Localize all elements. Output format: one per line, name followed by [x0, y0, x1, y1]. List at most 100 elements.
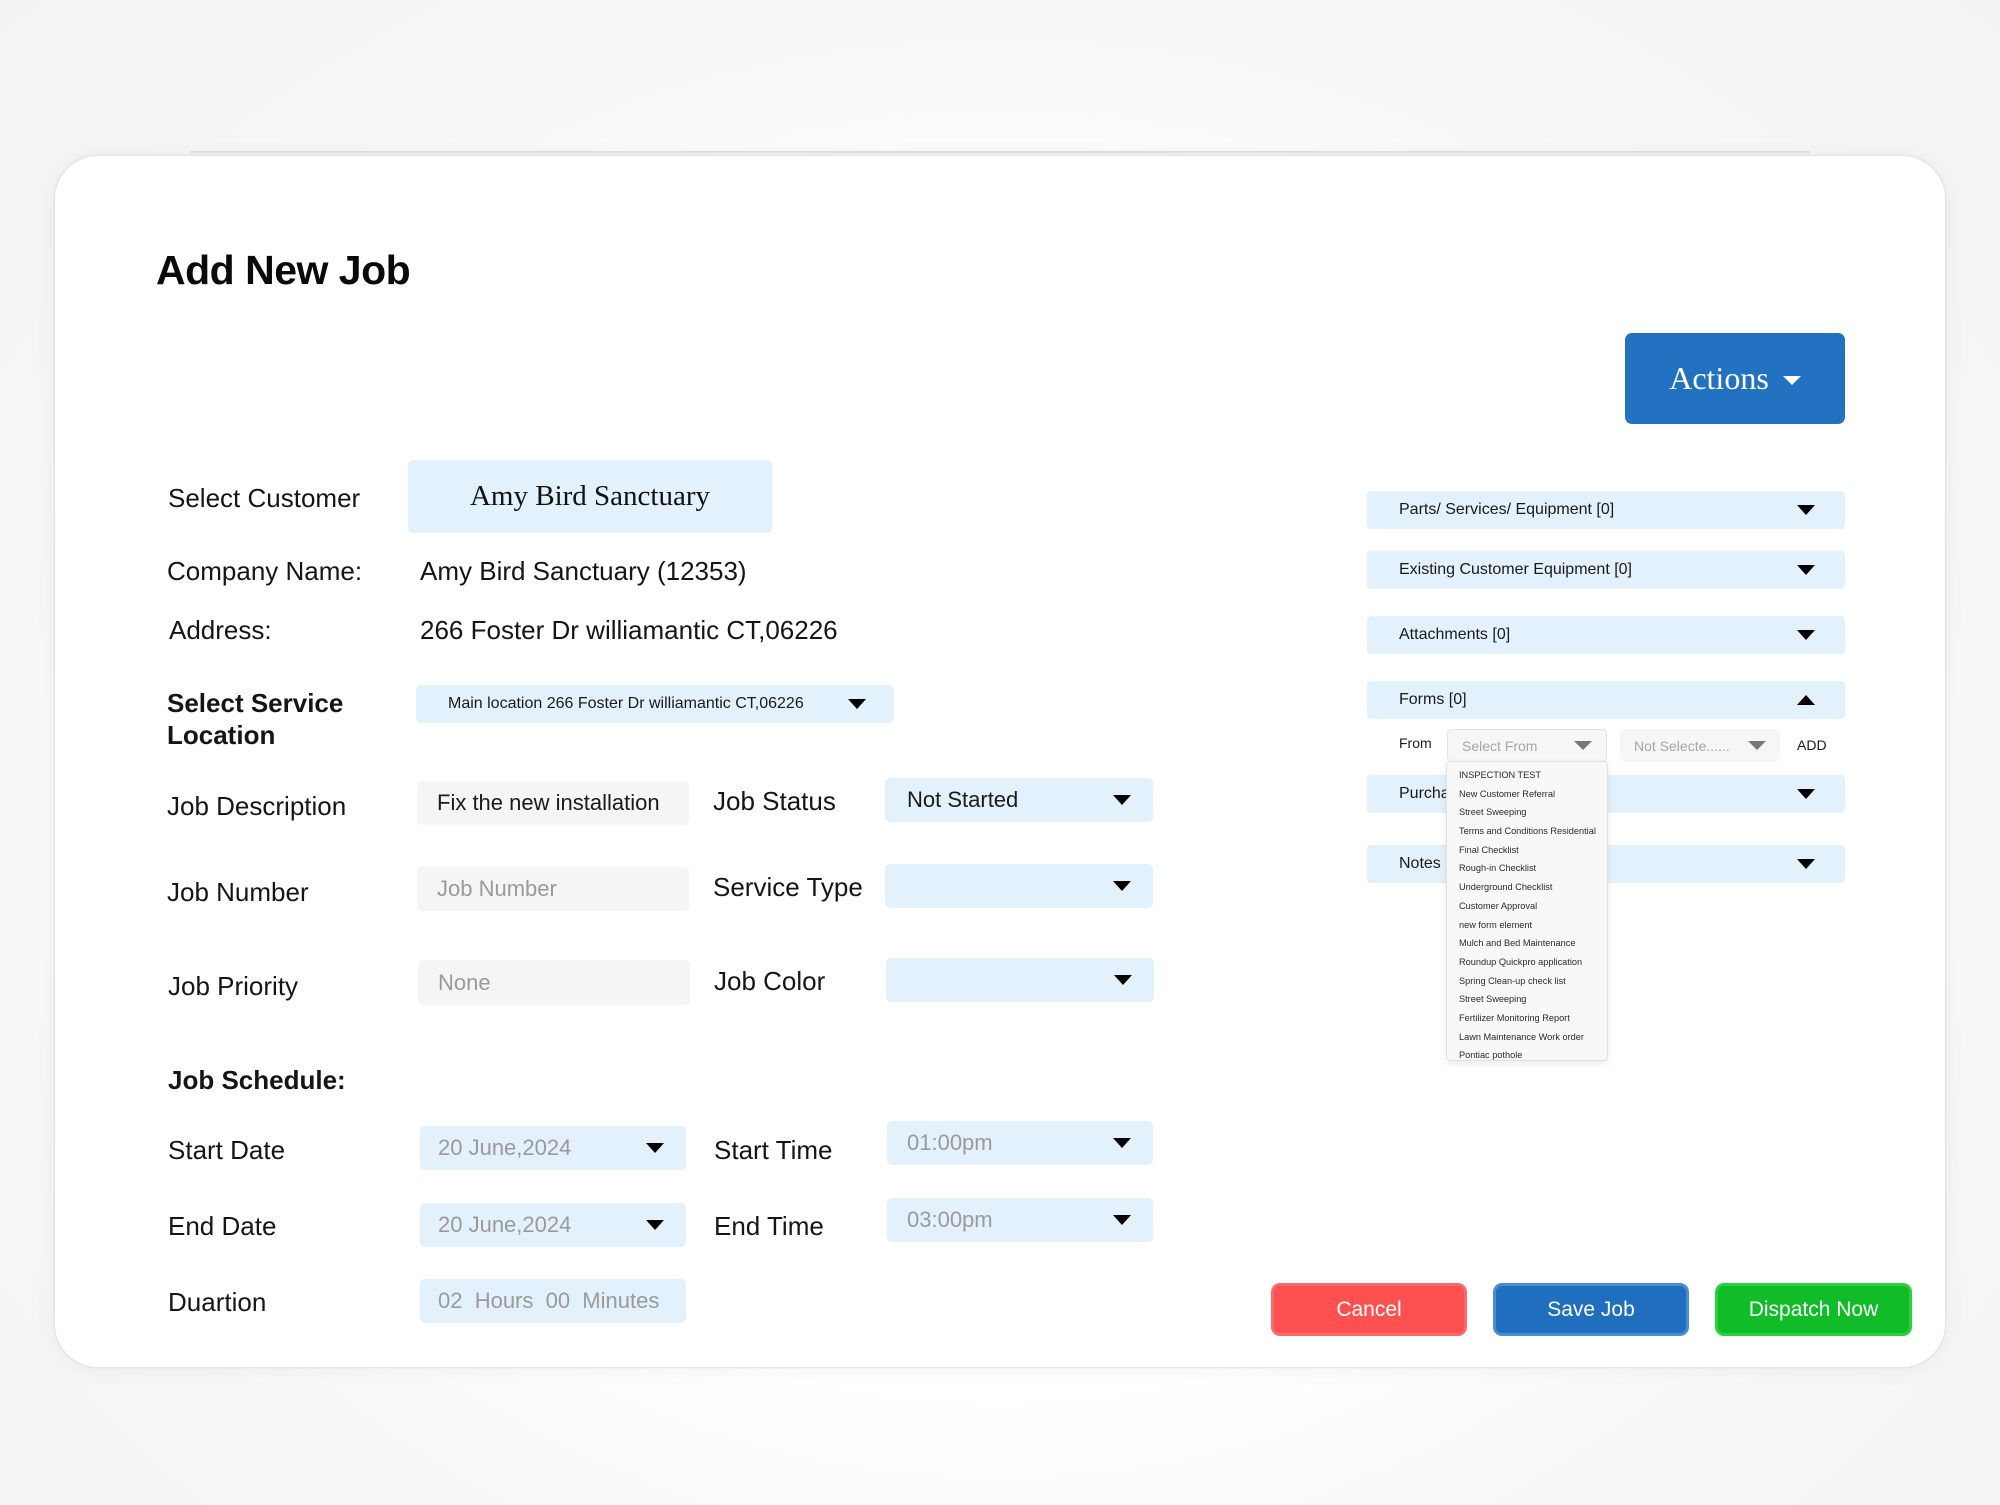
job-priority-input[interactable]: None [418, 960, 690, 1005]
caret-up-icon [1797, 695, 1815, 705]
start-date-value: 20 June,2024 [438, 1135, 572, 1160]
caret-down-icon [646, 1143, 664, 1153]
service-location-value: Main location 266 Foster Dr williamantic… [448, 695, 804, 712]
caret-down-icon [1113, 1138, 1131, 1148]
caret-down-icon [1797, 565, 1815, 575]
caret-down-icon [1748, 741, 1766, 750]
caret-down-icon [1114, 975, 1132, 985]
accordion-label: Existing Customer Equipment [0] [1399, 561, 1632, 578]
dropdown-option[interactable]: Mulch and Bed Maintenance [1447, 934, 1607, 953]
company-name-label: Company Name: [167, 556, 363, 586]
caret-down-icon [1797, 630, 1815, 640]
dropdown-option[interactable]: Underground Checklist [1447, 878, 1607, 897]
end-date-picker[interactable]: 20 June,2024 [420, 1203, 686, 1247]
duration-input[interactable]: 02 Hours 00 Minutes [420, 1279, 686, 1323]
accordion-forms[interactable]: Forms [0] [1367, 681, 1845, 719]
dropdown-option[interactable]: INSPECTION TEST [1447, 766, 1607, 785]
job-status-select[interactable]: Not Started [885, 778, 1153, 822]
cancel-label: Cancel [1336, 1297, 1402, 1321]
end-time-label: End Time [714, 1211, 824, 1241]
job-description-value: Fix the new installation [437, 790, 660, 815]
forms-add-button[interactable]: ADD [1797, 737, 1827, 753]
duration-value: 02 Hours 00 Minutes [438, 1288, 660, 1313]
dropdown-option[interactable]: Fertilizer Monitoring Report [1447, 1009, 1607, 1028]
dropdown-option[interactable]: Rough-in Checklist [1447, 859, 1607, 878]
dropdown-option[interactable]: New Customer Referral [1447, 785, 1607, 804]
accordion-existing-customer-equipment[interactable]: Existing Customer Equipment [0] [1367, 551, 1845, 589]
job-number-placeholder: Job Number [437, 876, 557, 901]
dispatch-now-button[interactable]: Dispatch Now [1715, 1283, 1912, 1336]
dropdown-option[interactable]: Spring Clean-up check list [1447, 972, 1607, 991]
service-location-select[interactable]: Main location 266 Foster Dr williamantic… [416, 685, 894, 723]
job-description-label: Job Description [167, 791, 347, 821]
customer-select[interactable]: Amy Bird Sanctuary [408, 460, 772, 533]
save-job-button[interactable]: Save Job [1493, 1283, 1689, 1336]
accordion-attachments[interactable]: Attachments [0] [1367, 616, 1845, 654]
dispatch-now-label: Dispatch Now [1748, 1297, 1879, 1321]
end-time-value: 03:00pm [907, 1207, 993, 1232]
not-selected-dropdown[interactable]: Not Selecte...... [1620, 729, 1780, 762]
job-priority-placeholder: None [438, 969, 491, 995]
caret-down-icon [1797, 859, 1815, 869]
selected-customer: Amy Bird Sanctuary [469, 480, 710, 512]
caret-down-icon [1113, 881, 1131, 891]
job-description-input[interactable]: Fix the new installation [417, 781, 689, 825]
caret-down-icon [1782, 376, 1801, 385]
caret-down-icon [1113, 795, 1131, 805]
accordion-label: Parts/ Services/ Equipment [0] [1399, 501, 1615, 518]
dropdown-option[interactable]: Pontiac pothole [1447, 1046, 1607, 1065]
job-color-select[interactable] [886, 958, 1154, 1002]
service-type-label: Service Type [713, 872, 863, 902]
start-time-label: Start Time [714, 1135, 833, 1165]
job-number-input[interactable]: Job Number [417, 867, 689, 911]
select-customer-label: Select Customer [168, 483, 361, 513]
dropdown-option[interactable]: new form element [1447, 916, 1607, 935]
caret-down-icon [1797, 505, 1815, 515]
job-status-value: Not Started [907, 787, 1019, 812]
not-selected-placeholder: Not Selecte...... [1634, 737, 1730, 754]
accordion-label: Attachments [0] [1399, 626, 1511, 643]
service-location-label-line1: Select Service [167, 688, 344, 718]
caret-down-icon [848, 699, 866, 709]
service-location-label-line2: Location [167, 720, 276, 750]
caret-down-icon [1574, 741, 1592, 750]
dropdown-option[interactable]: Street Sweeping [1447, 990, 1607, 1009]
duration-label: Duartion [168, 1287, 267, 1317]
caret-down-icon [1113, 1215, 1131, 1225]
actions-button[interactable]: Actions [1625, 333, 1845, 424]
service-location-label: Select Service Location [167, 687, 343, 751]
forms-from-label: From [1399, 735, 1432, 751]
dropdown-option[interactable]: Roundup Quickpro application [1447, 953, 1607, 972]
start-time-picker[interactable]: 01:00pm [887, 1121, 1153, 1165]
page-title: Add New Job [156, 247, 411, 293]
dropdown-option[interactable]: Street Sweeping [1447, 803, 1607, 822]
company-name-value: Amy Bird Sanctuary (12353) [420, 556, 747, 586]
dropdown-option[interactable]: Lawn Maintenance Work order [1447, 1028, 1607, 1047]
accordion-parts-services-equipment[interactable]: Parts/ Services/ Equipment [0] [1367, 491, 1845, 529]
job-priority-label: Job Priority [168, 971, 299, 1001]
job-schedule-heading: Job Schedule: [168, 1065, 346, 1095]
service-type-select[interactable] [885, 864, 1153, 908]
address-label: Address: [169, 615, 272, 645]
start-date-picker[interactable]: 20 June,2024 [420, 1126, 686, 1170]
save-job-label: Save Job [1547, 1297, 1635, 1321]
address-value: 266 Foster Dr williamantic CT,06226 [420, 615, 838, 645]
select-from-dropdown-menu: INSPECTION TEST New Customer Referral Stre… [1446, 761, 1608, 1061]
end-date-value: 20 June,2024 [438, 1212, 572, 1237]
dropdown-option[interactable]: Final Checklist [1447, 841, 1607, 860]
caret-down-icon [646, 1220, 664, 1230]
select-from-placeholder: Select From [1462, 737, 1538, 754]
cancel-button[interactable]: Cancel [1271, 1283, 1467, 1336]
caret-down-icon [1797, 789, 1815, 799]
job-number-label: Job Number [167, 877, 309, 907]
dropdown-option[interactable]: Customer Approval [1447, 897, 1607, 916]
actions-label: Actions [1669, 360, 1769, 396]
card-stack-edge [190, 151, 1810, 154]
dropdown-option[interactable]: Terms and Conditions Residential [1447, 822, 1607, 841]
start-date-label: Start Date [168, 1135, 286, 1165]
end-time-picker[interactable]: 03:00pm [887, 1198, 1153, 1242]
job-color-label: Job Color [714, 966, 826, 996]
select-from-dropdown[interactable]: Select From [1447, 729, 1607, 762]
start-time-value: 01:00pm [907, 1130, 993, 1155]
end-date-label: End Date [168, 1211, 277, 1241]
